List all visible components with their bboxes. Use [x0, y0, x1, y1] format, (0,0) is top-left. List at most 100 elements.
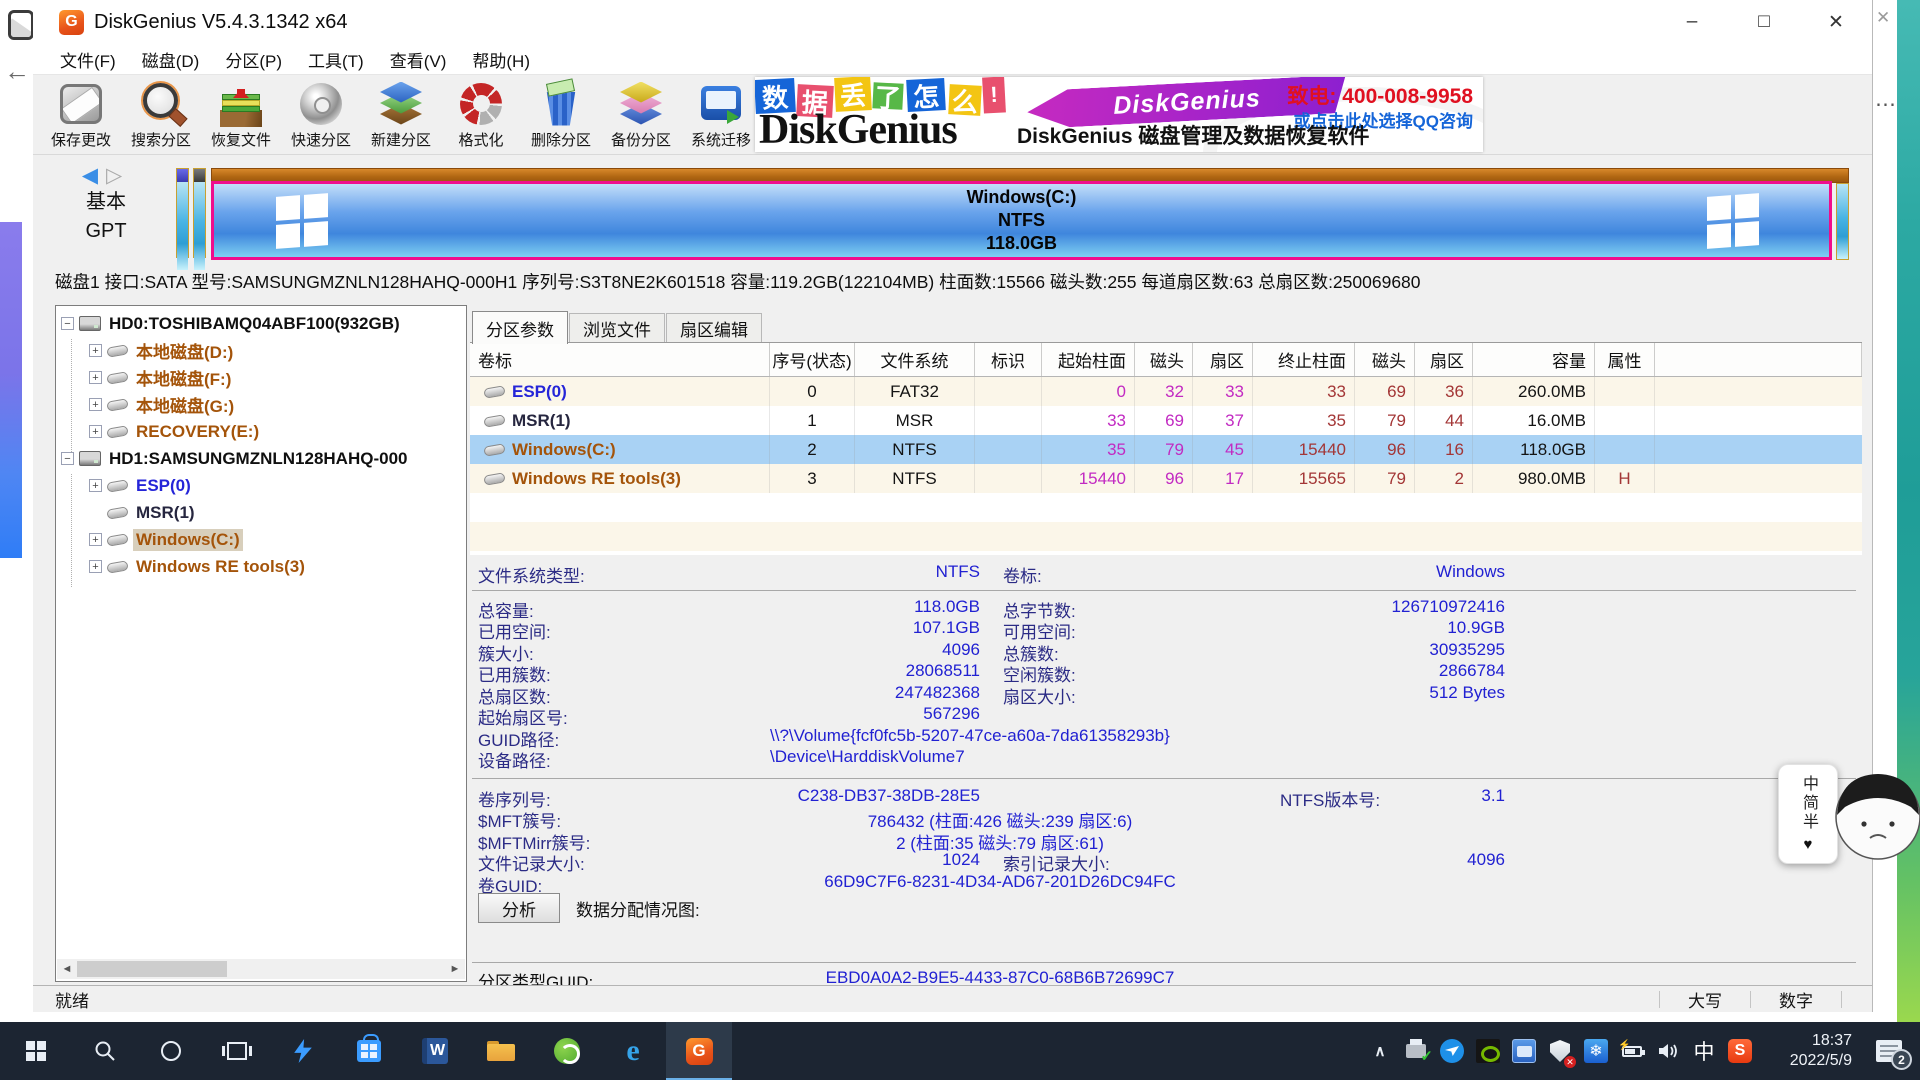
tree-item[interactable]: −HD0:TOSHIBAMQ04ABF100(932GB) — [56, 310, 466, 337]
analyze-button[interactable]: 分析 — [478, 893, 560, 923]
more-options-icon[interactable]: ⋯ — [1875, 92, 1894, 117]
tree-expander-icon[interactable]: + — [89, 344, 102, 357]
background-close-icon[interactable]: ✕ — [1876, 8, 1890, 28]
tab-browse-files[interactable]: 浏览文件 — [569, 313, 665, 343]
background-app-icon[interactable] — [8, 10, 34, 40]
menu-item[interactable]: 帮助(H) — [459, 47, 543, 72]
tray-expand-button[interactable]: ∧ — [1362, 1022, 1398, 1080]
delete-partition-button[interactable]: 删除分区 — [521, 77, 601, 153]
partition-row[interactable]: MSR(1)1MSR33693735794416.0MB — [470, 406, 1862, 435]
start-button[interactable] — [0, 1022, 72, 1080]
tree-expander-icon[interactable]: + — [89, 533, 102, 546]
tree-expander-icon[interactable]: + — [89, 479, 102, 492]
new-partition-button[interactable]: 新建分区 — [361, 77, 441, 153]
tree-item[interactable]: +Windows RE tools(3) — [56, 553, 466, 580]
tree-item[interactable]: +ESP(0) — [56, 472, 466, 499]
nvidia-tray-button[interactable] — [1470, 1022, 1506, 1080]
maximize-button[interactable]: □ — [1728, 0, 1800, 44]
next-disk-icon[interactable]: ▷ — [106, 164, 130, 187]
column-header[interactable]: 磁头 — [1135, 343, 1193, 376]
snowflake-tray-button[interactable]: ❄ — [1578, 1022, 1614, 1080]
action-center-button[interactable]: 2 — [1858, 1022, 1920, 1080]
column-header[interactable]: 容量 — [1473, 343, 1595, 376]
word-button[interactable]: W — [402, 1022, 468, 1080]
menu-item[interactable]: 磁盘(D) — [129, 47, 213, 72]
column-header[interactable]: 标识 — [975, 343, 1042, 376]
column-header[interactable]: 扇区 — [1415, 343, 1473, 376]
tree-expander-icon[interactable]: + — [89, 425, 102, 438]
recover-files-button[interactable]: 恢复文件 — [201, 77, 281, 153]
messenger-tray-button[interactable] — [1434, 1022, 1470, 1080]
notification-badge: 2 — [1891, 1049, 1912, 1070]
tree-item[interactable]: +本地磁盘(D:) — [56, 337, 466, 364]
store-button[interactable] — [336, 1022, 402, 1080]
edge-button[interactable]: e — [600, 1022, 666, 1080]
tree-expander-icon[interactable]: + — [89, 560, 102, 573]
column-header[interactable]: 文件系统 — [855, 343, 975, 376]
partition-row[interactable]: ESP(0)0FAT3203233336936260.0MB — [470, 377, 1862, 406]
taskbar-search-button[interactable] — [72, 1022, 138, 1080]
format-button[interactable]: 格式化 — [441, 77, 521, 153]
scroll-left-icon[interactable]: ◄ — [57, 959, 77, 979]
menu-item[interactable]: 分区(P) — [212, 47, 295, 72]
partition-row[interactable]: Windows RE tools(3)3NTFS1544096171556579… — [470, 464, 1862, 493]
printer-tray-button[interactable]: ✓ — [1398, 1022, 1434, 1080]
column-header[interactable]: 卷标 — [470, 343, 770, 376]
menu-item[interactable]: 文件(F) — [47, 47, 129, 72]
tree-item[interactable]: +RECOVERY(E:) — [56, 418, 466, 445]
intel-graphics-tray-button[interactable] — [1506, 1022, 1542, 1080]
defender-tray-button[interactable]: ✕ — [1542, 1022, 1578, 1080]
tree-expander-icon[interactable]: − — [61, 452, 74, 465]
column-header[interactable]: 属性 — [1595, 343, 1655, 376]
tree-item[interactable]: −HD1:SAMSUNGMZNLN128HAHQ-000 — [56, 445, 466, 472]
re-tools-partition-strip[interactable] — [1836, 183, 1849, 260]
column-header[interactable]: 终止柱面 — [1253, 343, 1355, 376]
menu-item[interactable]: 查看(V) — [377, 47, 460, 72]
ime-indicator[interactable]: 中 — [1686, 1022, 1722, 1080]
column-header[interactable]: 磁头 — [1355, 343, 1415, 376]
power-tray-button[interactable]: ⚡ — [1614, 1022, 1650, 1080]
prev-disk-icon[interactable]: ◀ — [82, 164, 106, 187]
minimize-button[interactable]: – — [1656, 0, 1728, 44]
diskgenius-taskbar-button[interactable]: G — [666, 1022, 732, 1080]
tree-expander-icon[interactable]: − — [61, 317, 74, 330]
cortana-button[interactable] — [138, 1022, 204, 1080]
taskbar-clock[interactable]: 18:37 2022/5/9 — [1758, 1031, 1858, 1071]
detail-value: 3.1 — [1280, 786, 1505, 806]
back-arrow-icon[interactable]: ← — [4, 56, 30, 87]
tree-horizontal-scrollbar[interactable]: ◄ ► — [57, 959, 465, 979]
partition-row[interactable]: Windows(C:)2NTFS357945154409616118.0GB — [470, 435, 1862, 464]
msr-partition-strip[interactable] — [193, 168, 206, 258]
column-header[interactable]: 起始柱面 — [1042, 343, 1135, 376]
file-explorer-button[interactable] — [468, 1022, 534, 1080]
task-view-button[interactable] — [204, 1022, 270, 1080]
tree-expander-icon[interactable]: + — [89, 398, 102, 411]
advertisement-banner[interactable]: 数据丢了怎么! DiskGenius DiskGenius 致电: 400-00… — [755, 77, 1483, 152]
tree-item[interactable]: +Windows(C:) — [56, 526, 466, 553]
sogou-tray-button[interactable]: S — [1722, 1022, 1758, 1080]
save-changes-button[interactable]: 保存更改 — [41, 77, 121, 153]
tree-expander-icon[interactable]: + — [89, 371, 102, 384]
diskgenius-icon: G — [686, 1038, 713, 1065]
windows-c-partition-bar[interactable]: Windows(C:) NTFS 118.0GB — [211, 181, 1832, 260]
column-header[interactable]: 扇区 — [1193, 343, 1253, 376]
browser-360-button[interactable] — [534, 1022, 600, 1080]
pinned-app-button[interactable] — [270, 1022, 336, 1080]
scrollbar-thumb[interactable] — [77, 961, 227, 977]
scroll-right-icon[interactable]: ► — [445, 959, 465, 979]
volume-tray-button[interactable] — [1650, 1022, 1686, 1080]
system-migration-button[interactable]: 系统迁移 — [681, 77, 761, 153]
backup-partition-button[interactable]: 备份分区 — [601, 77, 681, 153]
tab-sector-editor[interactable]: 扇区编辑 — [666, 313, 762, 343]
search-partition-button[interactable]: 搜索分区 — [121, 77, 201, 153]
tree-item[interactable]: +本地磁盘(G:) — [56, 391, 466, 418]
quick-partition-button[interactable]: 快速分区 — [281, 77, 361, 153]
close-button[interactable]: ✕ — [1800, 0, 1872, 44]
disk-icon — [79, 451, 101, 466]
tree-item[interactable]: MSR(1) — [56, 499, 466, 526]
menu-item[interactable]: 工具(T) — [295, 47, 377, 72]
esp-partition-strip[interactable] — [176, 168, 189, 258]
tree-item[interactable]: +本地磁盘(F:) — [56, 364, 466, 391]
column-header[interactable]: 序号(状态) — [770, 343, 855, 376]
tab-partition-parameters[interactable]: 分区参数 — [472, 311, 568, 344]
